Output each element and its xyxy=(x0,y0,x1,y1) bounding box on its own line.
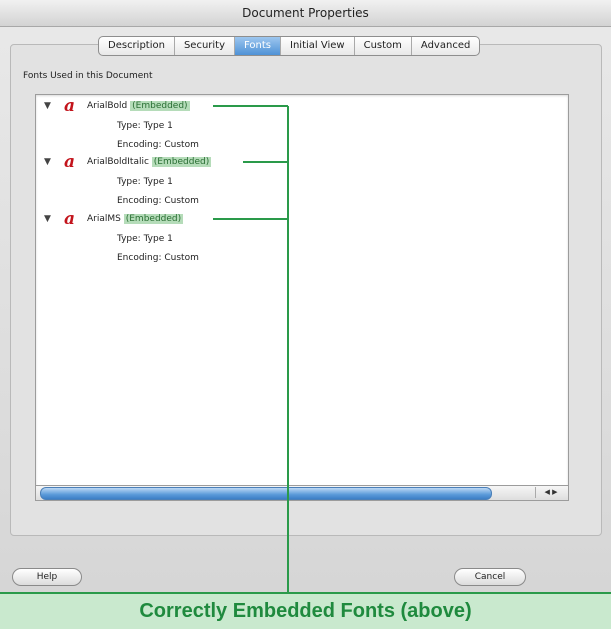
disclosure-triangle-icon[interactable]: ▼ xyxy=(44,157,51,167)
tab-custom[interactable]: Custom xyxy=(355,37,412,55)
font-type: Type: Type 1 xyxy=(117,234,173,244)
tab-security[interactable]: Security xyxy=(175,37,236,55)
tab-description[interactable]: Description xyxy=(99,37,175,55)
tab-initial-view[interactable]: Initial View xyxy=(281,37,355,55)
font-encoding: Encoding: Custom xyxy=(117,253,199,263)
font-entry[interactable]: ArialBoldItalic (Embedded) xyxy=(87,157,212,167)
annotation-caption: Correctly Embedded Fonts (above) xyxy=(0,592,611,629)
font-name: ArialBold xyxy=(87,101,128,111)
font-entry[interactable]: ArialMS (Embedded) xyxy=(87,214,184,224)
horizontal-scrollbar[interactable]: ◀ ▶ xyxy=(35,485,569,501)
disclosure-triangle-icon[interactable]: ▼ xyxy=(44,214,51,224)
window-title: Document Properties xyxy=(0,0,611,27)
fonts-list[interactable] xyxy=(35,94,569,501)
help-button[interactable]: Help xyxy=(12,568,82,586)
acrobat-font-icon: a xyxy=(64,209,76,229)
font-name: ArialBoldItalic xyxy=(87,157,149,167)
font-type: Type: Type 1 xyxy=(117,121,173,131)
tab-bar: Description Security Fonts Initial View … xyxy=(98,36,481,56)
tab-advanced[interactable]: Advanced xyxy=(412,37,479,55)
font-entry[interactable]: ArialBold (Embedded) xyxy=(87,101,190,111)
embedded-status: (Embedded) xyxy=(123,214,184,224)
tab-fonts[interactable]: Fonts xyxy=(235,37,282,55)
acrobat-font-icon: a xyxy=(64,96,76,116)
cancel-button[interactable]: Cancel xyxy=(454,568,526,586)
document-properties-window: Document Properties Description Security… xyxy=(0,0,611,592)
font-encoding: Encoding: Custom xyxy=(117,140,199,150)
embedded-status: (Embedded) xyxy=(151,157,212,167)
acrobat-font-icon: a xyxy=(64,152,76,172)
disclosure-triangle-icon[interactable]: ▼ xyxy=(44,101,51,111)
font-encoding: Encoding: Custom xyxy=(117,196,199,206)
font-name: ArialMS xyxy=(87,214,121,224)
fonts-group-label: Fonts Used in this Document xyxy=(23,71,153,81)
scroll-arrows-icon[interactable]: ◀ ▶ xyxy=(535,487,566,498)
embedded-status: (Embedded) xyxy=(130,101,190,111)
font-type: Type: Type 1 xyxy=(117,177,173,187)
scrollbar-thumb[interactable] xyxy=(40,487,492,500)
